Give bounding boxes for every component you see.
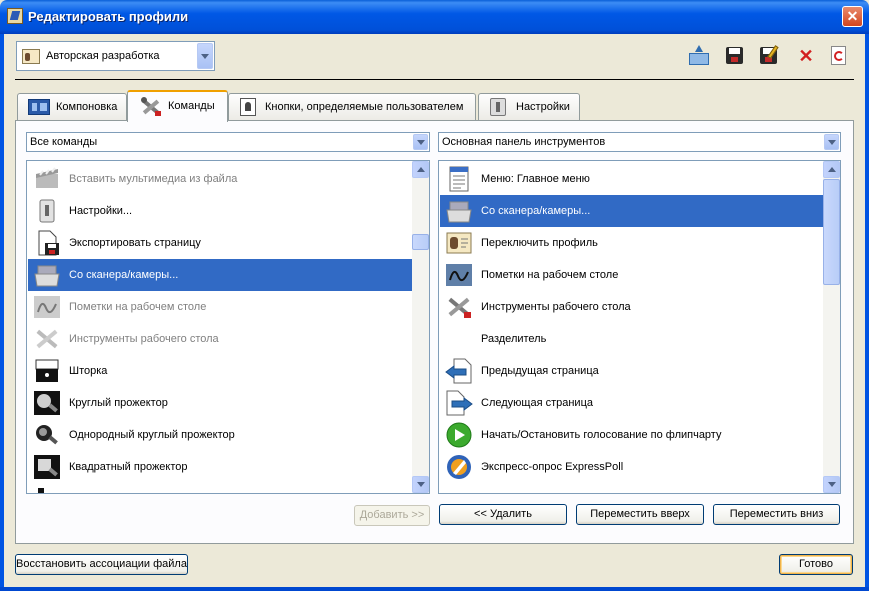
command-filter-select[interactable]: Все команды bbox=[26, 132, 430, 152]
play-vote-icon bbox=[444, 422, 474, 448]
tab-label: Настройки bbox=[516, 101, 570, 113]
move-up-button[interactable]: Переместить вверх bbox=[576, 504, 704, 525]
title-bar[interactable]: Редактировать профили ✕ bbox=[0, 0, 869, 34]
done-button[interactable]: Готово bbox=[779, 554, 853, 575]
export-page-icon bbox=[32, 230, 62, 256]
desktop-annotate-icon bbox=[444, 262, 474, 288]
scanner-icon bbox=[444, 198, 474, 224]
toolbar-filter-select[interactable]: Основная панель инструментов bbox=[438, 132, 841, 152]
app-icon bbox=[7, 8, 23, 24]
scroll-thumb[interactable] bbox=[823, 179, 840, 285]
tab-settings[interactable]: Настройки bbox=[478, 93, 580, 120]
desktop-annotate-icon bbox=[32, 294, 62, 320]
desktop-tools-icon bbox=[444, 294, 474, 320]
list-item[interactable]: Со сканера/камеры... bbox=[440, 195, 823, 227]
toolbar-list-scrollbar[interactable] bbox=[823, 161, 840, 493]
settings-icon bbox=[490, 98, 506, 116]
window-frame-left bbox=[0, 34, 4, 591]
command-filter-value: Все команды bbox=[30, 136, 98, 148]
scanner-icon bbox=[32, 262, 62, 288]
toolbar-filter-value: Основная панель инструментов bbox=[442, 136, 606, 148]
tab-label: Кнопки, определяемые пользователем bbox=[265, 101, 464, 113]
prev-page-icon bbox=[444, 358, 474, 384]
scroll-up-button[interactable] bbox=[412, 161, 429, 178]
close-button[interactable]: ✕ bbox=[842, 6, 863, 27]
tab-label: Компоновка bbox=[56, 101, 118, 113]
list-item[interactable]: Разделитель bbox=[440, 323, 823, 355]
chevron-down-icon[interactable] bbox=[824, 134, 839, 150]
spotlight-round-icon bbox=[32, 390, 62, 416]
list-item[interactable]: Инструменты рабочего стола bbox=[28, 323, 412, 355]
scroll-down-button[interactable] bbox=[412, 476, 429, 493]
layout-icon bbox=[28, 99, 50, 115]
list-item[interactable]: Экспортировать страницу bbox=[28, 227, 412, 259]
window-title: Редактировать профили bbox=[28, 9, 189, 24]
window-frame-right bbox=[865, 34, 869, 591]
list-item[interactable]: Меню: Главное меню bbox=[440, 163, 823, 195]
list-item[interactable]: Квадратный прожектор bbox=[28, 451, 412, 483]
save-as-icon[interactable] bbox=[758, 45, 780, 67]
blind-icon bbox=[32, 358, 62, 384]
remove-button[interactable]: << Удалить bbox=[439, 504, 567, 525]
separator-line bbox=[15, 79, 854, 80]
tab-label: Команды bbox=[168, 99, 215, 112]
tools-icon bbox=[140, 97, 162, 117]
partial-icon bbox=[32, 486, 62, 493]
add-button[interactable]: Добавить >> bbox=[354, 505, 430, 526]
save-icon[interactable] bbox=[724, 45, 746, 67]
list-item[interactable]: Круглый прожектор bbox=[28, 387, 412, 419]
profile-select[interactable]: Авторская разработка bbox=[16, 41, 215, 71]
list-item[interactable]: Со сканера/камеры... bbox=[28, 259, 412, 291]
tab-user-buttons[interactable]: Кнопки, определяемые пользователем bbox=[228, 93, 476, 120]
list-item[interactable] bbox=[28, 483, 412, 493]
profile-select-value: Авторская разработка bbox=[46, 50, 160, 62]
command-list-scrollbar[interactable] bbox=[412, 161, 429, 493]
spotlight-square-icon bbox=[32, 454, 62, 480]
list-item[interactable]: Предыдущая страница bbox=[440, 355, 823, 387]
profile-icon bbox=[444, 230, 474, 256]
expresspoll-icon bbox=[444, 454, 474, 480]
list-item[interactable]: Шторка bbox=[28, 355, 412, 387]
menu-icon bbox=[444, 166, 474, 192]
desktop-tools-icon bbox=[32, 326, 62, 352]
settings-icon bbox=[32, 198, 62, 224]
command-list[interactable]: Вставить мультимедиа из файла Настройки.… bbox=[26, 160, 430, 494]
list-item[interactable]: Следующая страница bbox=[440, 387, 823, 419]
scroll-thumb[interactable] bbox=[412, 234, 429, 250]
scroll-up-button[interactable] bbox=[823, 161, 840, 178]
refresh-icon[interactable] bbox=[828, 45, 850, 67]
import-icon[interactable] bbox=[688, 45, 710, 67]
list-item[interactable]: Настройки... bbox=[28, 195, 412, 227]
window-frame-bottom bbox=[0, 587, 869, 591]
list-item[interactable]: Экспресс-опрос ExpressPoll bbox=[440, 451, 823, 483]
list-item[interactable]: Однородный круглый прожектор bbox=[28, 419, 412, 451]
list-item[interactable]: Пометки на рабочем столе bbox=[440, 259, 823, 291]
next-page-icon bbox=[444, 390, 474, 416]
scroll-down-button[interactable] bbox=[823, 476, 840, 493]
list-item[interactable]: Пометки на рабочем столе bbox=[28, 291, 412, 323]
profile-icon bbox=[22, 49, 40, 64]
tab-layout[interactable]: Компоновка bbox=[17, 93, 127, 120]
chevron-down-icon[interactable] bbox=[197, 43, 213, 69]
list-item[interactable]: Переключить профиль bbox=[440, 227, 823, 259]
toolbar-item-list[interactable]: Меню: Главное меню Со сканера/камеры... … bbox=[438, 160, 841, 494]
list-item[interactable]: Начать/Остановить голосование по флипчар… bbox=[440, 419, 823, 451]
clapperboard-icon bbox=[32, 166, 62, 192]
tab-commands[interactable]: Команды bbox=[127, 90, 228, 122]
list-item[interactable]: Инструменты рабочего стола bbox=[440, 291, 823, 323]
list-item[interactable]: Вставить мультимедиа из файла bbox=[28, 163, 412, 195]
delete-icon[interactable]: ✕ bbox=[795, 45, 817, 67]
spotlight-solid-icon bbox=[32, 422, 62, 448]
move-down-button[interactable]: Переместить вниз bbox=[713, 504, 840, 525]
user-button-icon bbox=[240, 98, 256, 116]
restore-associations-button[interactable]: Восстановить ассоциации файла bbox=[15, 554, 188, 575]
chevron-down-icon[interactable] bbox=[413, 134, 428, 150]
